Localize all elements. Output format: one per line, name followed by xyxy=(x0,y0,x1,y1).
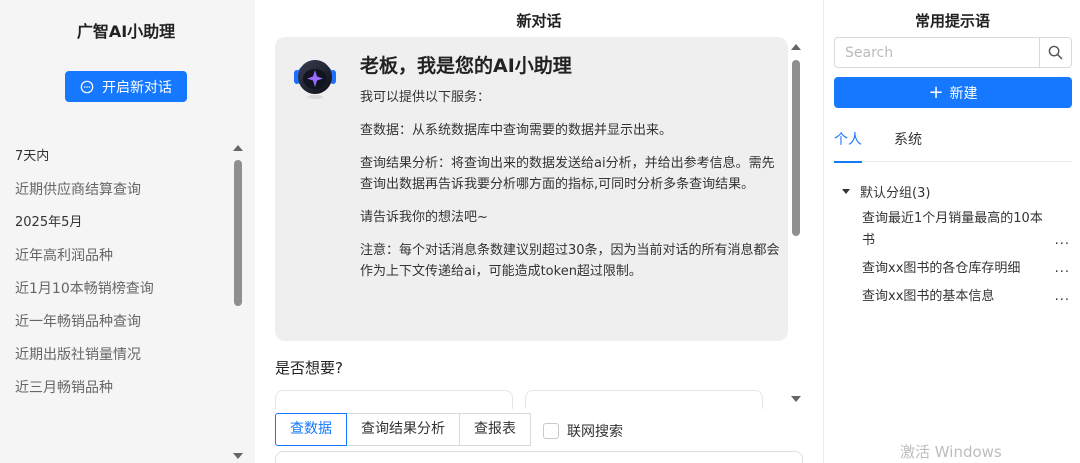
tool-tab-result-analysis[interactable]: 查询结果分析 xyxy=(346,413,460,446)
prompt-group-label: 默认分组(3) xyxy=(860,185,931,201)
scroll-up-arrow-icon[interactable] xyxy=(233,145,243,151)
suggestion-card[interactable] xyxy=(275,390,513,409)
prompt-item-text: 查询xx图书的各仓库存明细 xyxy=(862,261,1021,276)
greeting-paragraph: 注意：每个对话消息条数建议别超过30条，因为当前对话的所有消息都会作为上下文传递… xyxy=(360,243,780,279)
history-list: 7天内 近期供应商结算查询 2025年5月 近年高利润品种 近1月10本畅销榜查… xyxy=(0,135,232,410)
history-item[interactable]: 近年高利润品种 xyxy=(0,245,232,267)
assistant-message-bubble: 老板，我是您的AI小助理 我可以提供以下服务： 查数据：从系统数据库中查询需要的… xyxy=(275,37,788,341)
robot-avatar-icon xyxy=(294,60,336,99)
greeting-body: 我可以提供以下服务： 查数据：从系统数据库中查询需要的数据并显示出来。 查询结果… xyxy=(360,87,780,294)
history-scrollbar[interactable] xyxy=(232,140,244,463)
plus-icon: + xyxy=(928,81,944,103)
caret-down-icon[interactable] xyxy=(842,188,850,194)
more-options-icon[interactable]: ... xyxy=(1055,258,1070,280)
history-item[interactable]: 近三月畅销品种 xyxy=(0,377,232,399)
history-group-label: 7天内 xyxy=(15,149,50,164)
chat-title: 新对话 xyxy=(516,12,562,30)
prompt-item[interactable]: 查询xx图书的各仓库存明细 ... xyxy=(834,258,1074,280)
history-group-label: 2025年5月 xyxy=(15,215,83,230)
prompt-item[interactable]: 查询最近1个月销量最高的10本书 ... xyxy=(834,208,1074,252)
history-item[interactable]: 近期供应商结算查询 xyxy=(0,179,232,201)
scroll-down-arrow-icon[interactable] xyxy=(791,396,801,402)
history-item[interactable]: 近1月10本畅销榜查询 xyxy=(0,278,232,300)
prompt-search-input[interactable] xyxy=(835,38,1039,67)
web-search-toggle[interactable]: 联网搜索 xyxy=(543,421,623,441)
chat-scrollbar[interactable] xyxy=(789,40,803,406)
message-input[interactable] xyxy=(275,451,803,463)
prompt-item-text: 查询xx图书的基本信息 xyxy=(862,289,995,304)
greeting-paragraph: 请告诉我你的想法吧~ xyxy=(360,210,488,225)
tool-tab-report[interactable]: 查报表 xyxy=(459,413,531,446)
scroll-down-arrow-icon[interactable] xyxy=(233,453,243,459)
prompts-title: 常用提示语 xyxy=(914,12,990,30)
tab-system[interactable]: 系统 xyxy=(894,129,922,162)
new-prompt-label: 新建 xyxy=(949,85,978,102)
scrollbar-thumb[interactable] xyxy=(792,60,800,236)
tool-mode-tabs: 查数据 查询结果分析 查报表 xyxy=(275,413,531,446)
more-options-icon[interactable]: ... xyxy=(1055,230,1070,252)
history-item[interactable]: 近期出版社销量情况 xyxy=(0,344,232,366)
tab-personal[interactable]: 个人 xyxy=(834,129,862,163)
prompt-group-default[interactable]: 默认分组(3) xyxy=(834,180,1074,202)
prompts-panel: 常用提示语 + 新建 个人 系统 默认分组(3) 查询最近1个月销量最高的10本… xyxy=(823,0,1080,463)
new-prompt-button[interactable]: + 新建 xyxy=(834,77,1072,108)
suggestions-heading: 是否想要? xyxy=(275,359,343,377)
history-item[interactable]: 近一年畅销品种查询 xyxy=(0,311,232,333)
greeting-paragraph: 我可以提供以下服务： xyxy=(360,90,491,105)
scrollbar-thumb[interactable] xyxy=(234,160,242,306)
web-search-checkbox[interactable] xyxy=(543,423,559,439)
app-title: 广智AI小助理 xyxy=(76,22,176,41)
prompt-item[interactable]: 查询xx图书的基本信息 ... xyxy=(834,286,1074,308)
prompt-tabs: 个人 系统 xyxy=(834,129,1072,163)
prompt-search xyxy=(834,37,1072,68)
chat-bubble-icon xyxy=(80,80,94,93)
search-icon xyxy=(1048,45,1063,60)
scroll-up-arrow-icon[interactable] xyxy=(791,44,801,50)
history-sidebar: 广智AI小助理 开启新对话 7天内 近期供应商结算查询 2025年5月 近年高利… xyxy=(0,0,255,463)
chat-panel: 新对话 老板，我是您的AI小助理 我可以提供以下服务： 查数据：从系统数据库中查… xyxy=(255,0,823,463)
more-options-icon[interactable]: ... xyxy=(1055,286,1070,308)
tool-tab-query-data[interactable]: 查数据 xyxy=(275,413,347,446)
search-button[interactable] xyxy=(1039,38,1071,67)
prompt-tree: 默认分组(3) 查询最近1个月销量最高的10本书 ... 查询xx图书的各仓库存… xyxy=(834,180,1074,308)
prompt-item-text: 查询最近1个月销量最高的10本书 xyxy=(862,211,1043,248)
greeting-title: 老板，我是您的AI小助理 xyxy=(360,55,572,77)
greeting-paragraph: 查询结果分析：将查询出来的数据发送给ai分析，并给出参考信息。需先查询出数据再告… xyxy=(360,156,775,192)
new-chat-button[interactable]: 开启新对话 xyxy=(65,71,187,102)
web-search-label: 联网搜索 xyxy=(567,424,623,440)
greeting-paragraph: 查数据：从系统数据库中查询需要的数据并显示出来。 xyxy=(360,123,673,138)
windows-activation-watermark: 激活 Windows xyxy=(900,443,1002,461)
suggestion-card[interactable] xyxy=(525,390,763,409)
new-chat-label: 开启新对话 xyxy=(102,79,172,96)
